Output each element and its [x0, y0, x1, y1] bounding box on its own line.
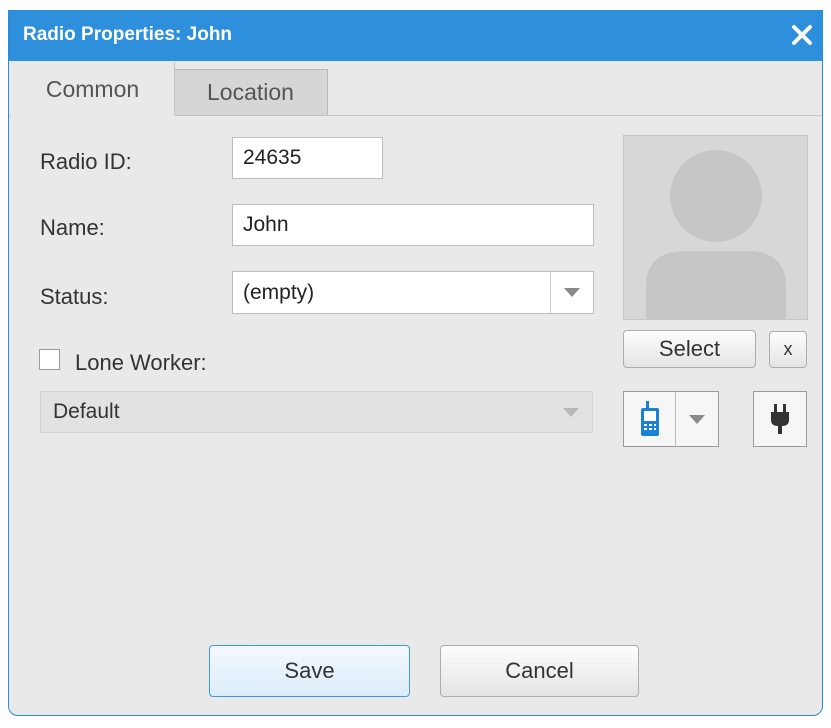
close-icon	[792, 25, 812, 45]
save-button[interactable]: Save	[209, 645, 410, 697]
photo-frame	[623, 135, 808, 320]
device-icon-area	[624, 392, 677, 446]
status-select[interactable]: (empty)	[232, 271, 594, 314]
name-value: John	[243, 213, 289, 236]
dialog-title: Radio Properties: John	[23, 24, 233, 45]
radio-id-value: 24635	[243, 146, 302, 169]
radio-device-icon	[640, 401, 659, 436]
lone-worker-checkbox[interactable]	[39, 349, 60, 370]
tab-common[interactable]: Common	[11, 62, 175, 116]
chevron-down-icon	[563, 407, 579, 417]
lone-worker-value: Default	[53, 400, 120, 423]
status-value: (empty)	[243, 280, 315, 304]
name-field[interactable]: John	[232, 204, 594, 246]
tab-strip: Common Location	[9, 61, 822, 116]
chevron-down-icon	[564, 288, 580, 297]
power-plug-icon	[771, 404, 789, 434]
name-label: Name:	[40, 215, 105, 240]
chevron-down-icon	[689, 414, 706, 424]
radio-properties-dialog: Radio Properties: John Common Location R…	[8, 10, 823, 716]
tab-common-label: Common	[45, 75, 140, 102]
lone-worker-dropdown-arrow	[550, 392, 592, 432]
radio-id-field[interactable]: 24635	[232, 137, 383, 179]
device-icon-picker[interactable]	[623, 391, 719, 447]
status-dropdown-arrow[interactable]	[550, 272, 593, 313]
cancel-button[interactable]: Cancel	[440, 645, 639, 697]
cancel-label: Cancel	[505, 658, 574, 683]
avatar-placeholder-icon	[646, 150, 786, 319]
plug-button[interactable]	[753, 391, 807, 447]
select-photo-button[interactable]: Select	[623, 330, 756, 368]
title-bar: Radio Properties: John	[9, 11, 822, 61]
close-button[interactable]	[784, 15, 820, 55]
select-photo-label: Select	[658, 336, 721, 361]
tab-location-label: Location	[207, 79, 294, 105]
save-label: Save	[284, 658, 335, 683]
clear-photo-button[interactable]: x	[769, 331, 807, 368]
status-label: Status:	[40, 284, 109, 309]
radio-id-label: Radio ID:	[40, 149, 132, 174]
device-dropdown-arrow[interactable]	[676, 392, 718, 446]
lone-worker-select: Default	[40, 391, 593, 433]
tab-location[interactable]: Location	[173, 69, 328, 115]
lone-worker-label: Lone Worker:	[75, 350, 207, 375]
clear-photo-label: x	[783, 339, 793, 359]
